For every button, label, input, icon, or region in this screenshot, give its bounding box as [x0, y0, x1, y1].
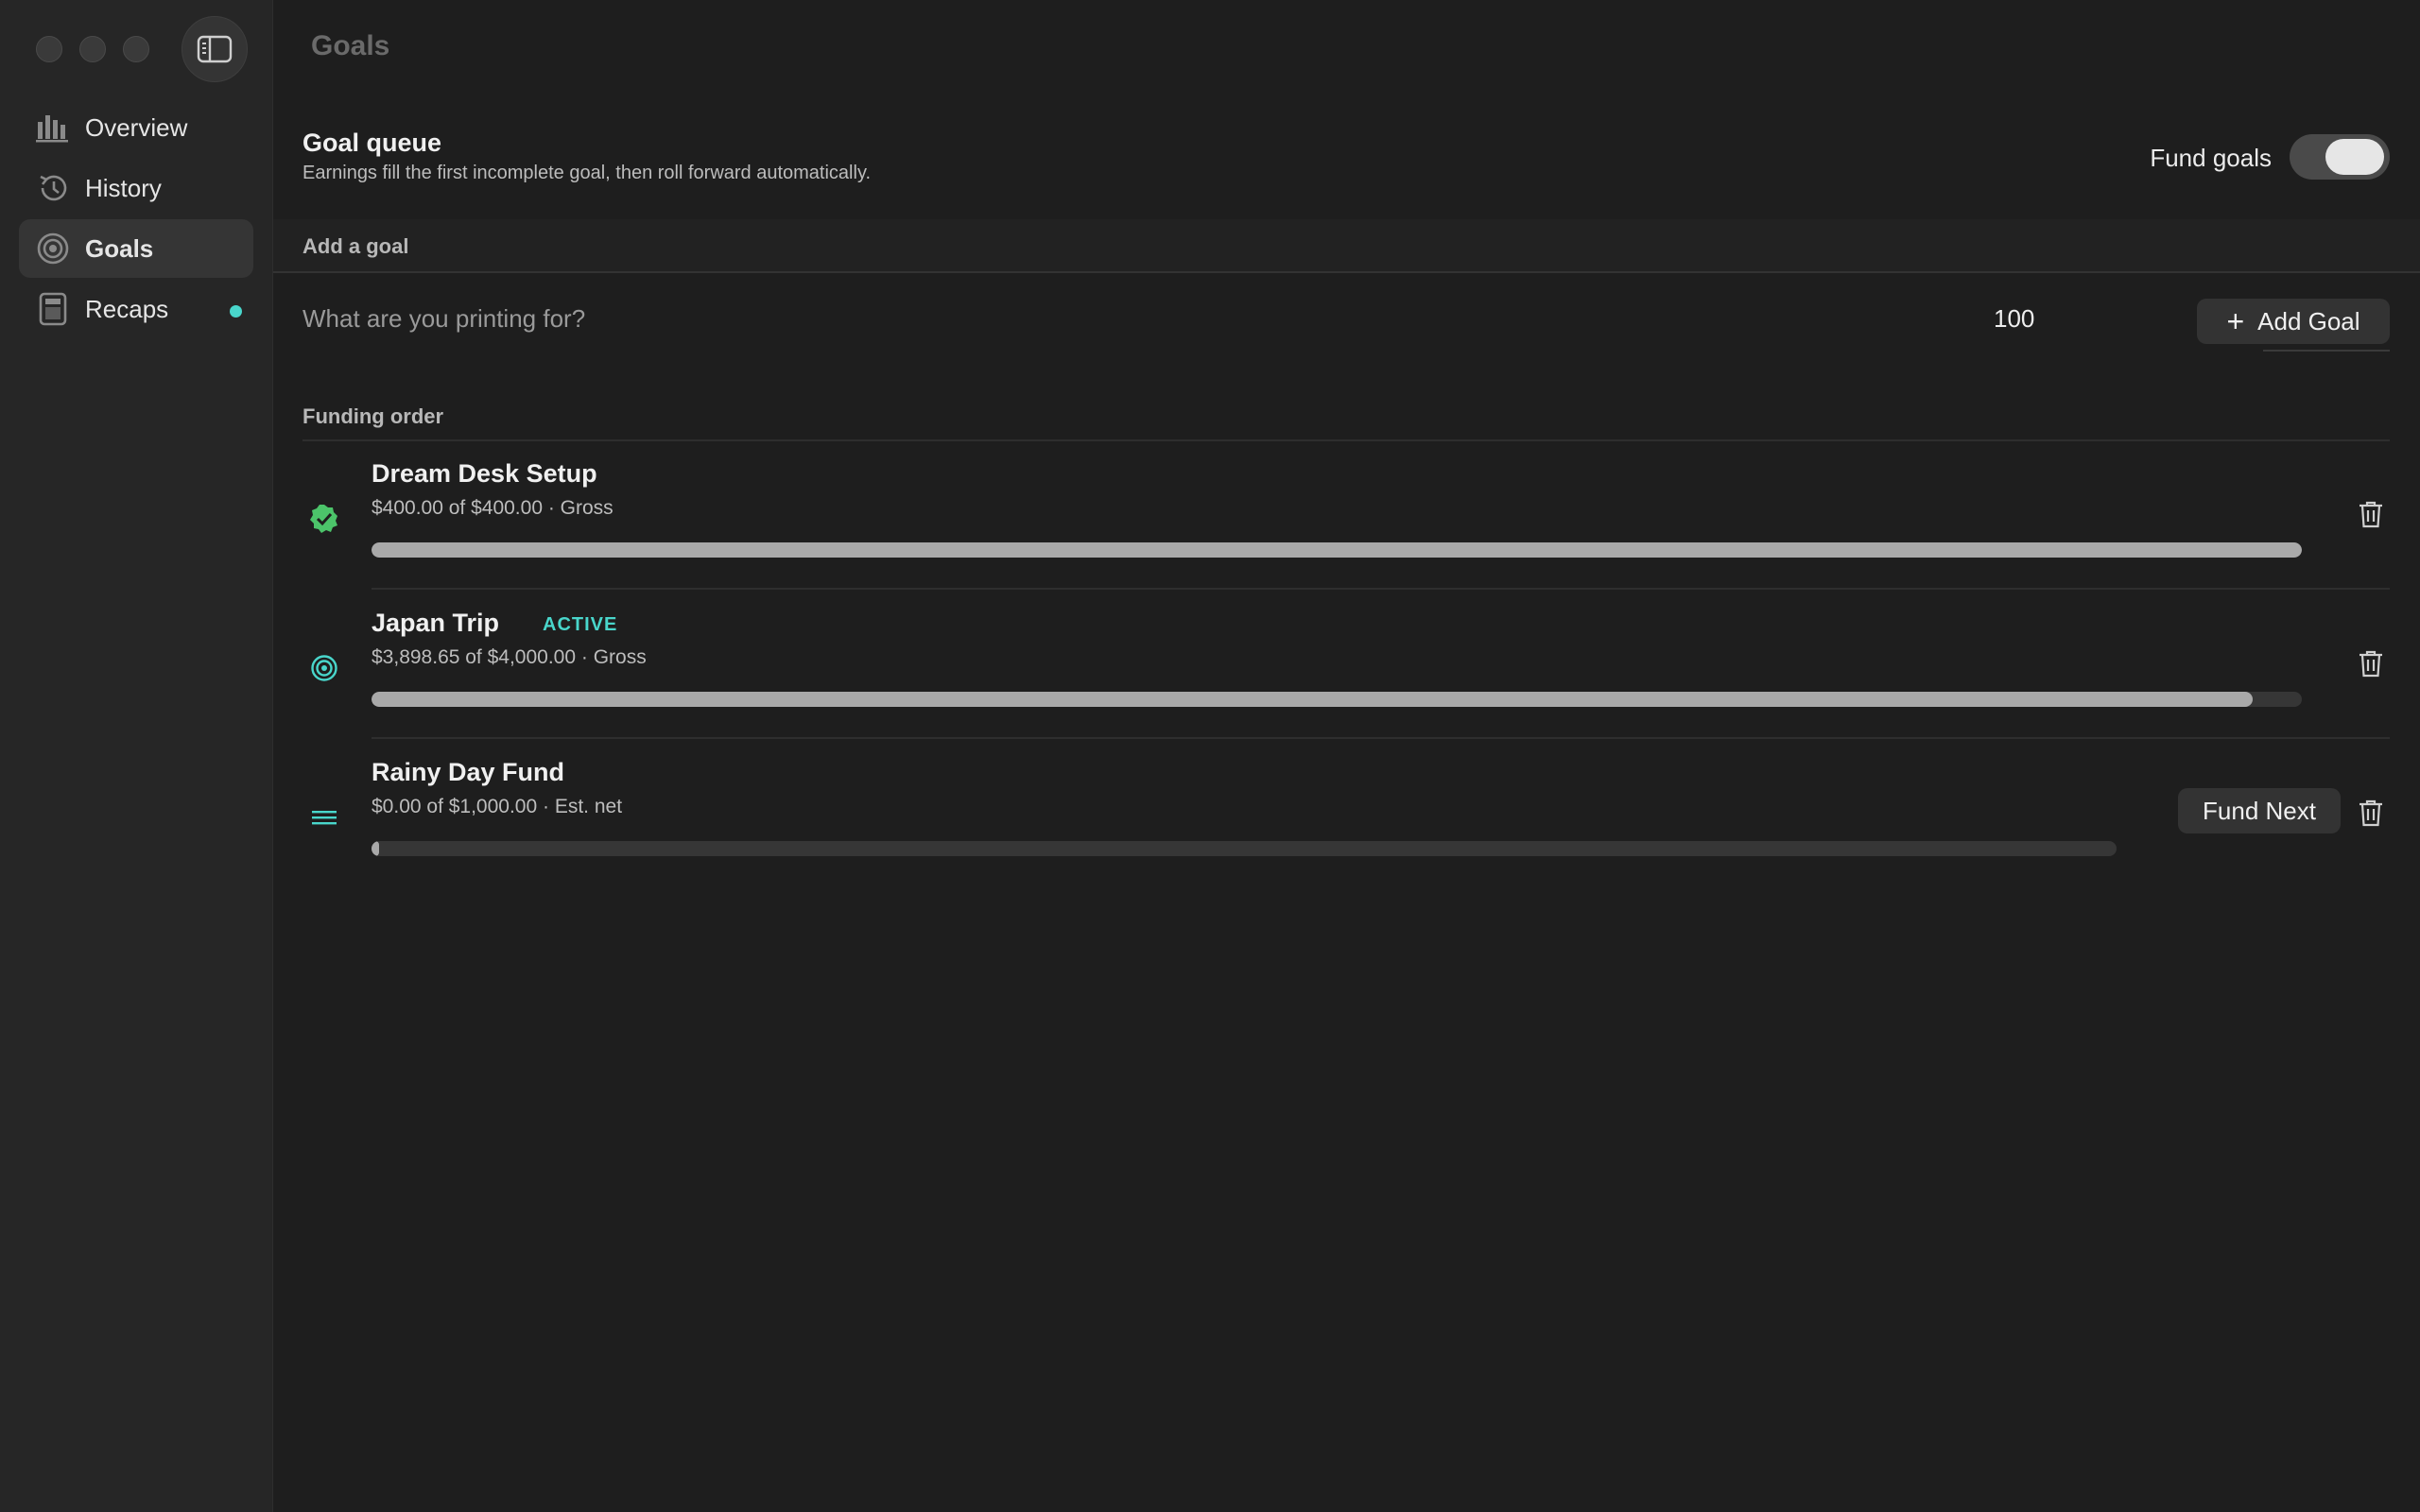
trash-icon [2360, 799, 2382, 827]
plus-icon: + [2226, 304, 2245, 338]
toggle-knob [2325, 139, 2384, 175]
window-zoom-button[interactable] [123, 36, 149, 62]
funding-order-label: Funding order [302, 404, 444, 428]
sidebar-item-label: Overview [85, 112, 188, 142]
goal-progress-fill [372, 692, 2254, 707]
add-goal-header [273, 219, 2420, 273]
sidebar-toggle-icon [197, 35, 233, 63]
sidebar-item-history[interactable]: History [19, 159, 253, 217]
delete-goal-button[interactable] [2354, 796, 2388, 830]
sidebar: Overview History Goals Recaps [0, 0, 273, 1512]
sidebar-item-recaps[interactable]: Recaps [19, 280, 253, 338]
goal-progress-text: $400.00 of $400.00 · Gross [372, 497, 614, 519]
goal-name-input[interactable]: What are you printing for? [302, 304, 585, 334]
history-clock-icon [36, 171, 70, 205]
completed-check-icon [304, 499, 344, 539]
active-target-icon [304, 648, 344, 688]
delete-goal-button[interactable] [2354, 646, 2388, 680]
sidebar-item-label: Recaps [85, 294, 169, 323]
toggle-sidebar-button[interactable] [182, 16, 248, 82]
recap-document-icon [36, 292, 70, 326]
add-button-underline [2263, 350, 2390, 352]
goal-progress-fill [372, 542, 2302, 558]
goal-progress-fill [372, 841, 379, 856]
goal-row: Dream Desk Setup $400.00 of $400.00 · Gr… [302, 440, 2390, 590]
bar-chart-icon [36, 111, 70, 145]
add-goal-button[interactable]: + Add Goal [2197, 299, 2390, 344]
main-content: Goals Goal queue Earnings fill the first… [273, 0, 2420, 1512]
target-icon [36, 232, 70, 266]
goal-progress-bar [372, 841, 2117, 856]
drag-handle-icon[interactable] [304, 798, 344, 837]
sidebar-item-label: Goals [85, 233, 154, 263]
goal-progress-text: $3,898.65 of $4,000.00 · Gross [372, 646, 647, 668]
new-indicator-dot [230, 305, 242, 318]
window-minimize-button[interactable] [79, 36, 106, 62]
sidebar-item-label: History [85, 173, 162, 202]
goal-row: Rainy Day Fund $0.00 of $1,000.00 · Est.… [302, 739, 2390, 888]
goal-row: Japan Trip ACTIVE $3,898.65 of $4,000.00… [302, 590, 2390, 739]
goal-amount-input[interactable]: 100 [1994, 304, 2034, 334]
active-badge: ACTIVE [543, 614, 618, 635]
add-goal-section-label: Add a goal [302, 234, 409, 258]
goal-name: Japan Trip [372, 609, 500, 637]
goal-progress-bar [372, 692, 2302, 707]
fund-goals-label: Fund goals [2150, 144, 2272, 172]
fund-next-button[interactable]: Fund Next [2178, 788, 2341, 833]
add-goal-button-label: Add Goal [2257, 306, 2360, 335]
sidebar-item-goals[interactable]: Goals [19, 219, 253, 278]
goal-queue-title: Goal queue [302, 129, 442, 157]
trash-icon [2360, 501, 2382, 528]
goal-queue-subtitle: Earnings fill the first incomplete goal,… [302, 163, 872, 183]
goal-name: Dream Desk Setup [372, 459, 597, 488]
delete-goal-button[interactable] [2354, 497, 2388, 531]
fund-goals-toggle[interactable] [2290, 134, 2390, 180]
goal-name: Rainy Day Fund [372, 758, 565, 786]
window-close-button[interactable] [36, 36, 62, 62]
sidebar-nav: Overview History Goals Recaps [19, 98, 253, 340]
page-title: Goals [311, 30, 390, 61]
goal-progress-text: $0.00 of $1,000.00 · Est. net [372, 796, 623, 817]
trash-icon [2360, 650, 2382, 678]
sidebar-item-overview[interactable]: Overview [19, 98, 253, 157]
goal-progress-bar [372, 542, 2302, 558]
